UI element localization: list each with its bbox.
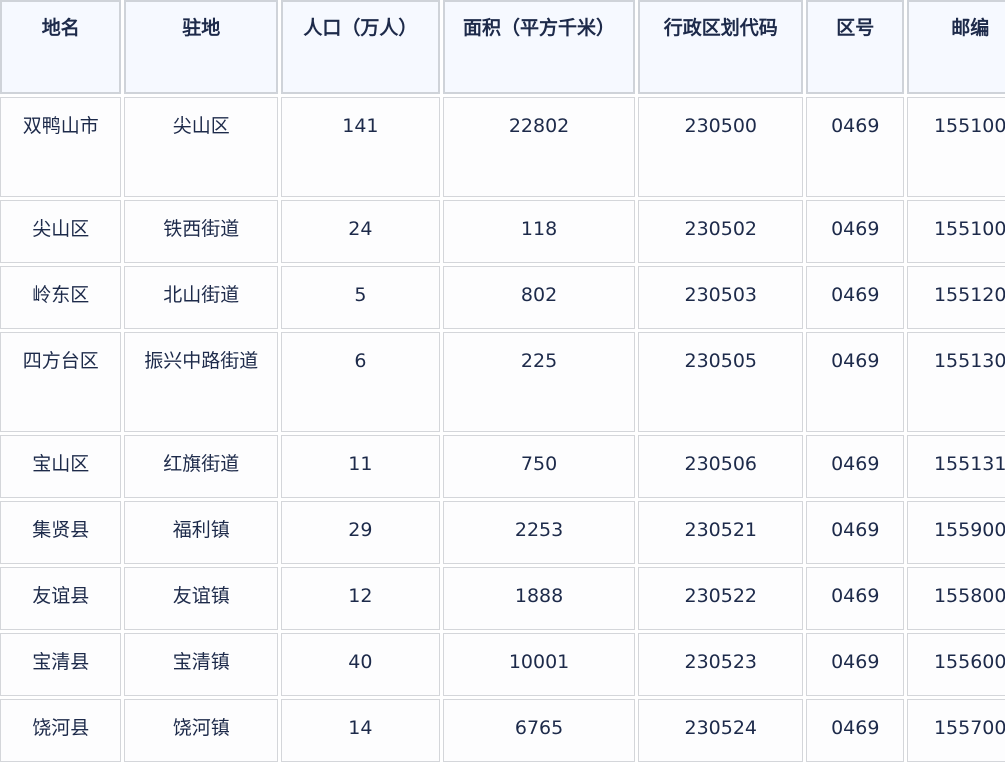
cell-area-code: 0469 (806, 501, 905, 564)
cell-division-code: 230523 (638, 633, 804, 696)
table-row: 岭东区 北山街道 5 802 230503 0469 155120 (0, 266, 1005, 329)
table-row: 宝清县 宝清镇 40 10001 230523 0469 155600 (0, 633, 1005, 696)
cell-postal-code: 155100 (907, 200, 1005, 263)
cell-area-code: 0469 (806, 633, 905, 696)
cell-population: 12 (281, 567, 440, 630)
cell-population: 29 (281, 501, 440, 564)
cell-place-name: 四方台区 (0, 332, 122, 432)
table-row: 集贤县 福利镇 29 2253 230521 0469 155900 (0, 501, 1005, 564)
cell-postal-code: 155131 (907, 435, 1005, 498)
cell-division-code: 230505 (638, 332, 804, 432)
cell-seat: 红旗街道 (124, 435, 279, 498)
cell-postal-code: 155700 (907, 699, 1005, 762)
cell-seat: 北山街道 (124, 266, 279, 329)
cell-area-code: 0469 (806, 435, 905, 498)
cell-place-name: 尖山区 (0, 200, 122, 263)
cell-area: 802 (442, 266, 636, 329)
cell-area-code: 0469 (806, 97, 905, 197)
header-row: 地名 驻地 人口（万人） 面积（平方千米） 行政区划代码 区号 邮编 (0, 0, 1005, 94)
cell-seat: 饶河镇 (124, 699, 279, 762)
cell-area: 750 (442, 435, 636, 498)
cell-area: 118 (442, 200, 636, 263)
cell-area-code: 0469 (806, 567, 905, 630)
cell-place-name: 集贤县 (0, 501, 122, 564)
cell-area: 1888 (442, 567, 636, 630)
header-population: 人口（万人） (281, 0, 440, 94)
header-area-code: 区号 (806, 0, 905, 94)
table-row: 友谊县 友谊镇 12 1888 230522 0469 155800 (0, 567, 1005, 630)
table-row: 宝山区 红旗街道 11 750 230506 0469 155131 (0, 435, 1005, 498)
cell-population: 40 (281, 633, 440, 696)
cell-area: 6765 (442, 699, 636, 762)
cell-place-name: 宝山区 (0, 435, 122, 498)
cell-population: 11 (281, 435, 440, 498)
cell-postal-code: 155800 (907, 567, 1005, 630)
header-area: 面积（平方千米） (442, 0, 636, 94)
header-division-code: 行政区划代码 (638, 0, 804, 94)
cell-division-code: 230502 (638, 200, 804, 263)
cell-division-code: 230503 (638, 266, 804, 329)
admin-division-table-container: 地名 驻地 人口（万人） 面积（平方千米） 行政区划代码 区号 邮编 双鸭山市 … (0, 0, 1005, 767)
cell-postal-code: 155600 (907, 633, 1005, 696)
cell-seat: 福利镇 (124, 501, 279, 564)
cell-seat: 友谊镇 (124, 567, 279, 630)
cell-place-name: 宝清县 (0, 633, 122, 696)
cell-population: 14 (281, 699, 440, 762)
cell-seat: 尖山区 (124, 97, 279, 197)
cell-postal-code: 155100 (907, 97, 1005, 197)
table-row: 双鸭山市 尖山区 141 22802 230500 0469 155100 (0, 97, 1005, 197)
header-seat: 驻地 (124, 0, 279, 94)
cell-place-name: 岭东区 (0, 266, 122, 329)
cell-division-code: 230521 (638, 501, 804, 564)
cell-postal-code: 155120 (907, 266, 1005, 329)
cell-division-code: 230500 (638, 97, 804, 197)
cell-seat: 铁西街道 (124, 200, 279, 263)
cell-division-code: 230506 (638, 435, 804, 498)
cell-population: 5 (281, 266, 440, 329)
cell-place-name: 双鸭山市 (0, 97, 122, 197)
cell-population: 141 (281, 97, 440, 197)
table-row: 饶河县 饶河镇 14 6765 230524 0469 155700 (0, 699, 1005, 762)
table-row: 四方台区 振兴中路街道 6 225 230505 0469 155130 (0, 332, 1005, 432)
cell-area: 22802 (442, 97, 636, 197)
cell-division-code: 230522 (638, 567, 804, 630)
header-place-name: 地名 (0, 0, 122, 94)
cell-area: 225 (442, 332, 636, 432)
cell-postal-code: 155130 (907, 332, 1005, 432)
cell-postal-code: 155900 (907, 501, 1005, 564)
header-postal-code: 邮编 (907, 0, 1005, 94)
cell-area: 2253 (442, 501, 636, 564)
cell-area: 10001 (442, 633, 636, 696)
cell-seat: 振兴中路街道 (124, 332, 279, 432)
cell-place-name: 饶河县 (0, 699, 122, 762)
table-row: 尖山区 铁西街道 24 118 230502 0469 155100 (0, 200, 1005, 263)
cell-area-code: 0469 (806, 200, 905, 263)
cell-area-code: 0469 (806, 266, 905, 329)
cell-population: 6 (281, 332, 440, 432)
cell-population: 24 (281, 200, 440, 263)
admin-division-table: 地名 驻地 人口（万人） 面积（平方千米） 行政区划代码 区号 邮编 双鸭山市 … (0, 0, 1005, 765)
cell-area-code: 0469 (806, 332, 905, 432)
cell-area-code: 0469 (806, 699, 905, 762)
cell-place-name: 友谊县 (0, 567, 122, 630)
cell-seat: 宝清镇 (124, 633, 279, 696)
cell-division-code: 230524 (638, 699, 804, 762)
